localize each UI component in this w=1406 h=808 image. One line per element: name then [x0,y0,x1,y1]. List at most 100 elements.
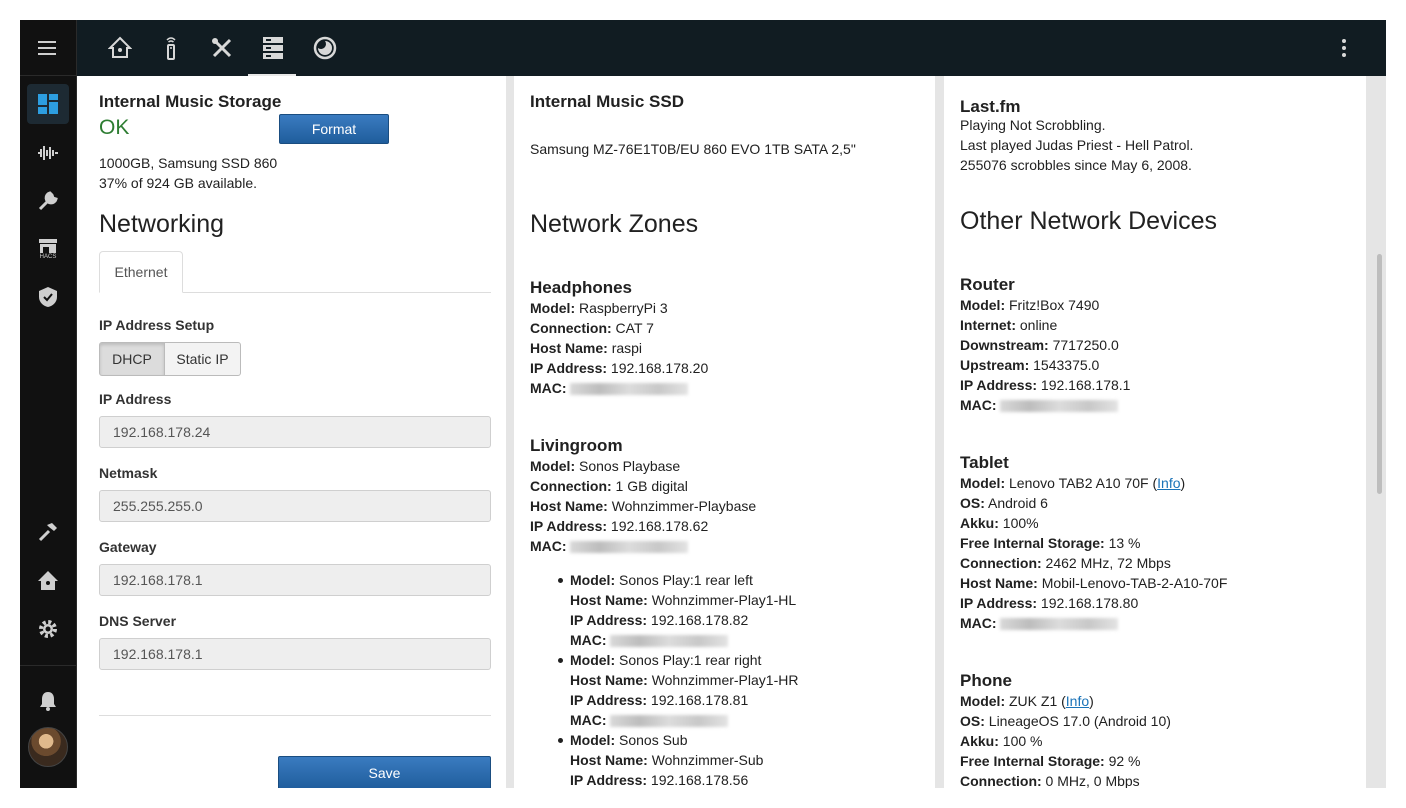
tab-home[interactable] [95,20,145,76]
zone-ip: 192.168.178.20 [610,360,709,376]
bell-icon [40,692,56,711]
tab-ethernet[interactable]: Ethernet [99,251,183,293]
tab-server[interactable] [248,20,298,76]
sidebar-item-audio[interactable] [27,133,69,173]
home-assistant-icon [108,36,132,58]
network-zones-title: Network Zones [530,210,699,238]
list-item: Model: Sonos Sub Host Name: Wohnzimmer-S… [530,730,798,788]
field-label: Free Internal Storage: [960,535,1105,551]
field-value: online [1019,317,1058,333]
gateway-field[interactable]: 192.168.178.1 [99,564,491,596]
other-devices-title: Other Network Devices [960,207,1218,235]
storage-info-line2: 37% of 924 GB available. [99,175,257,191]
field-value: Mobil-Lenovo-TAB-2-A10-70F [1041,575,1228,591]
redacted-mac [570,383,689,396]
field-label: Internet: [960,317,1016,333]
scrollbar[interactable] [1377,254,1382,494]
field-label: Model: [960,475,1006,491]
storage-networking-card: Internal Music Storage OK Format 1000GB,… [77,76,506,788]
ssd-title: Internal Music SSD [530,92,684,111]
field-value: Sonos Play:1 rear left [619,572,753,588]
field-label: Model: [570,652,616,668]
netmask-field[interactable]: 255.255.255.0 [99,490,491,522]
tab-tools[interactable] [197,20,247,76]
field-label: MAC: [570,632,607,648]
gateway-label: Gateway [99,539,157,555]
dhcp-toggle[interactable]: DHCP [99,342,165,376]
network-zones-card: Internal Music SSD Samsung MZ-76E1T0B/EU… [514,76,935,788]
wrench-icon [38,191,58,211]
sidebar-item-tools[interactable] [27,181,69,221]
save-button[interactable]: Save [278,756,491,788]
field-label: OS: [960,713,985,729]
sidebar-item-security[interactable] [27,277,69,317]
tab-remote[interactable] [146,20,196,76]
hacs-label: HACS [39,253,57,260]
field-label: Model: [570,572,616,588]
tablet-info-link[interactable]: Info [1157,475,1180,491]
zone-connection: CAT 7 [615,320,654,336]
field-value: ) [1089,693,1094,709]
devices-card: Last.fm Playing Not Scrobbling. Last pla… [944,76,1366,788]
field-label: IP Address: [960,377,1038,393]
field-label: IP Address: [530,518,608,534]
phone-info-link[interactable]: Info [1066,693,1089,709]
field-label: Connection: [960,773,1042,788]
home-assistant-icon [38,571,58,590]
field-label: Akku: [960,733,999,749]
format-button[interactable]: Format [279,114,389,144]
sidebar-item-notifications[interactable] [27,681,69,721]
field-label: Model: [960,297,1006,313]
field-value: LineageOS 17.0 (Android 10) [988,713,1171,729]
field-label: Host Name: [570,592,648,608]
dns-server-field[interactable]: 192.168.178.1 [99,638,491,670]
divider [99,715,491,716]
storage-info-line1: 1000GB, Samsung SSD 860 [99,155,278,171]
device-router: Router Model: Fritz!Box 7490 Internet: o… [960,275,1130,415]
field-label: Model: [960,693,1006,709]
field-value: 1543375.0 [1033,357,1100,373]
field-value: Wohnzimmer-Play1-HR [651,672,799,688]
redacted-mac [1000,400,1119,413]
sidebar: HACS [20,20,77,788]
ip-setup-label: IP Address Setup [99,317,215,333]
lastfm-status: Playing Not Scrobbling. [960,117,1106,133]
static-ip-toggle[interactable]: Static IP [164,342,241,376]
satellite-speaker-list: Model: Sonos Play:1 rear left Host Name:… [530,570,798,788]
field-label: Model: [570,732,616,748]
gear-icon [39,620,57,638]
sidebar-item-hacs[interactable]: HACS [27,229,69,269]
ip-address-label: IP Address [99,391,172,407]
more-menu-button[interactable] [1332,36,1356,60]
ip-address-field[interactable]: 192.168.178.24 [99,416,491,448]
tab-theme[interactable] [300,20,350,76]
device-tablet: Tablet Model: Lenovo TAB2 A10 70F (Info)… [960,453,1227,633]
remote-icon [166,37,176,60]
field-label: Connection: [530,320,612,336]
zone-name: Headphones [530,278,633,297]
list-item: Model: Sonos Play:1 rear left Host Name:… [530,570,798,650]
field-value: Wohnzimmer-Play1-HL [651,592,797,608]
sidebar-item-settings[interactable] [27,609,69,649]
redacted-mac [570,541,689,554]
field-label: Host Name: [530,340,608,356]
sidebar-item-supervisor[interactable] [27,561,69,601]
field-label: IP Address: [570,612,648,628]
field-label: IP Address: [530,360,608,376]
zone-headphones: Headphones Model: RaspberryPi 3 Connecti… [530,278,708,398]
moon-icon [313,36,337,60]
avatar[interactable] [28,727,68,767]
networking-title: Networking [99,210,225,238]
sidebar-item-dashboard[interactable] [27,84,69,124]
field-label: Akku: [960,515,999,531]
menu-button[interactable] [20,20,76,76]
tools-icon [212,38,232,58]
sidebar-item-developer-tools[interactable] [27,512,69,552]
dashboard-icon [38,94,58,114]
field-label: MAC: [570,712,607,728]
field-label: Host Name: [570,752,648,768]
field-value: Android 6 [988,495,1048,511]
field-value: 2462 MHz, 72 Mbps [1045,555,1171,571]
field-value: 0 MHz, 0 Mbps [1045,773,1140,788]
zone-model: RaspberryPi 3 [579,300,668,316]
